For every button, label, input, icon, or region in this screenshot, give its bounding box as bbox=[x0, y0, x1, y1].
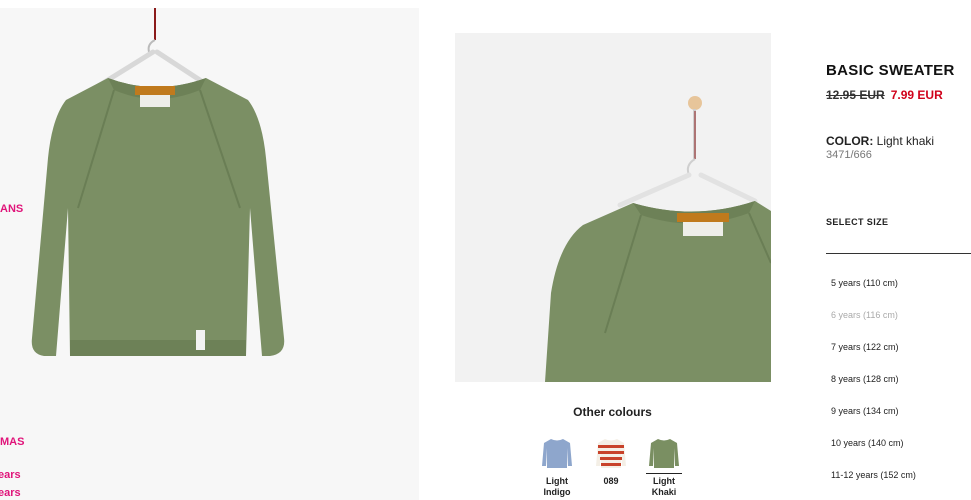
select-size-label: SELECT SIZE bbox=[826, 217, 889, 227]
detail-product-photo[interactable] bbox=[455, 33, 771, 382]
main-product-photo[interactable]: ANS MAS ears ears bbox=[0, 8, 419, 500]
other-colours-heading: Other colours bbox=[573, 405, 652, 419]
sidenav-item[interactable]: MAS bbox=[0, 436, 24, 448]
colour-swatch-label: 089 bbox=[603, 476, 619, 486]
original-price: 12.95 EUR bbox=[826, 88, 885, 102]
size-option[interactable]: 8 years (128 cm) bbox=[831, 374, 899, 384]
sweater-closeup-image bbox=[545, 96, 771, 382]
colour-swatch-label: Light Indigo bbox=[543, 476, 571, 497]
colour-swatch-label: Light Khaki bbox=[646, 473, 682, 498]
colour-swatch-light-indigo[interactable]: Light Indigo bbox=[539, 436, 575, 498]
colour-value: Light khaki bbox=[876, 134, 935, 148]
sweater-icon bbox=[649, 439, 679, 468]
size-option[interactable]: 9 years (134 cm) bbox=[831, 406, 899, 416]
selected-colour: COLOR: Light khaki bbox=[826, 134, 934, 148]
colour-swatch-089[interactable]: 089 bbox=[593, 436, 629, 487]
sale-price: 7.99 EUR bbox=[890, 88, 943, 102]
colour-label: COLOR: bbox=[826, 134, 874, 148]
price: 12.95 EUR 7.99 EUR bbox=[826, 88, 943, 102]
product-reference: 3471/666 bbox=[826, 149, 872, 161]
size-option[interactable]: 6 years (116 cm) bbox=[831, 310, 898, 320]
sweater-on-hanger-image bbox=[31, 8, 285, 356]
sidenav-item[interactable]: ears bbox=[0, 469, 21, 481]
colour-swatch-light-khaki[interactable]: Light Khaki bbox=[646, 436, 682, 498]
size-option[interactable]: 11-12 years (152 cm) bbox=[831, 470, 916, 480]
divider bbox=[826, 253, 971, 254]
product-title: BASIC SWEATER bbox=[826, 62, 955, 79]
size-option[interactable]: 10 years (140 cm) bbox=[831, 438, 904, 448]
size-option[interactable]: 7 years (122 cm) bbox=[831, 342, 899, 352]
sidenav-item[interactable]: ears bbox=[0, 487, 21, 499]
sidenav-item[interactable]: ANS bbox=[0, 203, 23, 215]
sweater-icon bbox=[542, 439, 572, 468]
striped-sweater-icon bbox=[596, 439, 626, 468]
size-option[interactable]: 5 years (110 cm) bbox=[831, 278, 898, 288]
